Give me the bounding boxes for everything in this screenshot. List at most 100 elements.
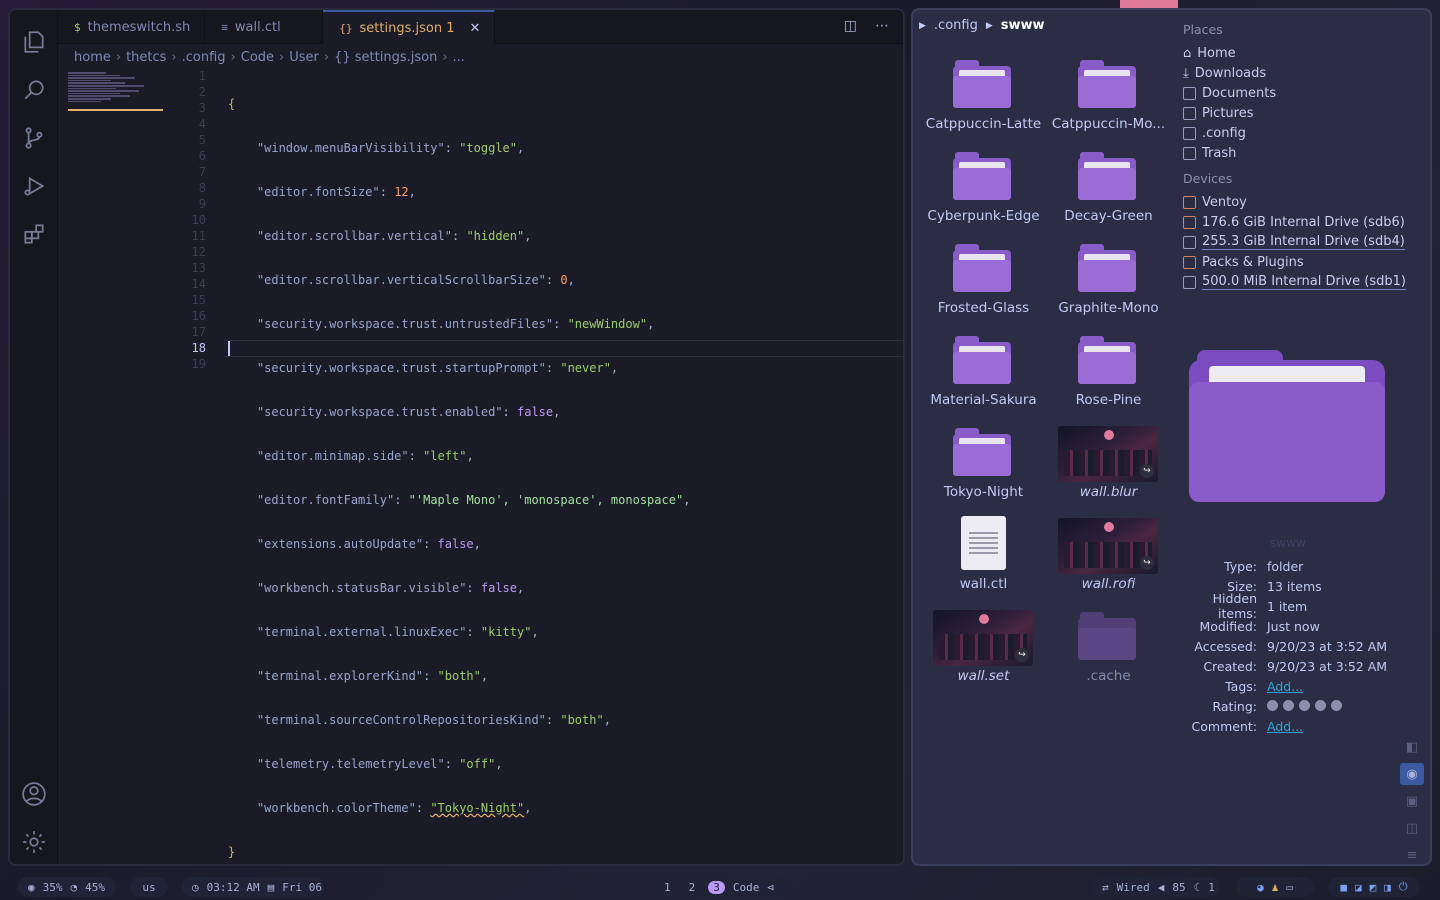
line-number-gutter: 1 2 3 4 5 6 7 8 9 10 11 12 13 14 15 16 1…	[160, 68, 206, 372]
info-label: Modified:	[1199, 618, 1257, 634]
lock-icon[interactable]: ■	[1340, 881, 1347, 894]
image-thumbnail: ↪	[1058, 518, 1158, 574]
place-label: Documents	[1202, 85, 1277, 101]
breadcrumb-item[interactable]: thetcs	[126, 50, 166, 65]
minimap[interactable]	[68, 72, 163, 104]
device-item[interactable]: 255.3 GiB Internal Drive (sdb4)	[1183, 232, 1423, 252]
json-key: "terminal.external.linuxExec"	[256, 625, 467, 639]
place-documents[interactable]: Documents	[1183, 83, 1423, 103]
file-item[interactable]: Graphite-Mono	[1046, 234, 1171, 324]
file-item[interactable]: ↪ wall.blur	[1046, 418, 1171, 508]
device-item[interactable]: Ventoy	[1183, 192, 1423, 212]
settings-gear-icon[interactable]	[10, 818, 58, 864]
json-value: "both"	[437, 669, 481, 683]
split-view-icon[interactable]: ◫	[1400, 817, 1424, 839]
sidebar-toggle-icon[interactable]: ◧	[1400, 736, 1424, 758]
place-pictures[interactable]: Pictures	[1183, 103, 1423, 123]
tab-wall-ctl[interactable]: ≡ wall.ctl	[205, 10, 324, 44]
file-item[interactable]: Cyberpunk-Edge	[921, 142, 1046, 232]
file-item[interactable]: Rose-Pine	[1046, 326, 1171, 416]
tab-themeswitch[interactable]: $ themeswitch.sh	[58, 10, 206, 44]
suspend-icon[interactable]: ◩	[1370, 881, 1377, 894]
json-value: "'Maple Mono', 'monospace', monospace"	[408, 493, 684, 507]
breadcrumb-item[interactable]: .config	[934, 18, 978, 33]
place-trash[interactable]: Trash	[1183, 143, 1423, 163]
file-item[interactable]: .cache	[1046, 602, 1171, 692]
clock-widget[interactable]: ◷ 03:12 AM ▤ Fri 06	[182, 877, 324, 897]
text-file-icon	[961, 516, 1006, 570]
file-item[interactable]: Tokyo-Night	[921, 418, 1046, 508]
line-number: 2	[198, 85, 206, 99]
breadcrumb-item[interactable]: home	[74, 50, 111, 65]
device-item[interactable]: 500.0 MiB Internal Drive (sdb1)	[1183, 272, 1423, 292]
breadcrumb-item[interactable]: Code	[241, 50, 274, 65]
add-comment-link[interactable]: Add...	[1267, 719, 1303, 734]
file-item[interactable]: Material-Sakura	[921, 326, 1046, 416]
eye-icon[interactable]: ◉	[1400, 763, 1424, 785]
json-value: false	[517, 405, 554, 419]
cpu-memory-widget[interactable]: ◉ 35% ◔ 45%	[18, 877, 116, 897]
browser-tray-icon[interactable]: ◕	[1257, 881, 1264, 894]
breadcrumb-item[interactable]: .config	[182, 50, 226, 65]
reboot-icon[interactable]: ◨	[1384, 881, 1391, 894]
json-value: 12	[394, 185, 409, 199]
file-item[interactable]: wall.ctl	[921, 510, 1046, 600]
device-item[interactable]: 176.6 GiB Internal Drive (sdb6)	[1183, 212, 1423, 232]
power-icon[interactable]: ⏻	[1399, 880, 1408, 894]
line-number: 7	[198, 165, 206, 179]
new-folder-icon[interactable]: ▣	[1400, 790, 1424, 812]
system-widget[interactable]: ⇄ Wired ◀ 85 ☾ 1	[1092, 877, 1220, 897]
file-item[interactable]: Catppuccin-Latte	[921, 50, 1046, 140]
file-item[interactable]: Catppuccin-Mo...	[1046, 50, 1171, 140]
activity-bar	[10, 10, 58, 864]
penguin-tray-icon[interactable]: ♟	[1272, 881, 1279, 894]
accounts-icon[interactable]	[10, 770, 58, 818]
volume-level: 85	[1172, 880, 1186, 894]
breadcrumb-item[interactable]: User	[289, 50, 319, 65]
run-debug-icon[interactable]	[10, 162, 58, 210]
code-editor[interactable]: { "window.menuBarVisibility": "toggle", …	[228, 68, 690, 864]
json-key: "security.workspace.trust.untrustedFiles…	[256, 317, 554, 331]
add-tags-link[interactable]: Add...	[1267, 679, 1303, 694]
workspace-button[interactable]: 1	[659, 881, 676, 894]
monitor-tray-icon[interactable]: ▭	[1286, 881, 1293, 894]
json-key: "editor.scrollbar.vertical"	[256, 229, 452, 243]
close-icon[interactable]: ✕	[470, 21, 481, 36]
search-icon[interactable]	[10, 66, 58, 114]
file-item[interactable]: ↪ wall.set	[921, 602, 1046, 692]
file-label: Frosted-Glass	[937, 300, 1030, 316]
place-downloads[interactable]: ⤓ Downloads	[1183, 63, 1423, 83]
json-key: "editor.minimap.side"	[256, 449, 409, 463]
workspace-button-active[interactable]: 3	[708, 880, 725, 894]
breadcrumb-current[interactable]: swww	[1001, 18, 1045, 33]
place-home[interactable]: ⌂ Home	[1183, 43, 1423, 63]
workspace-button[interactable]: 2	[684, 881, 701, 894]
device-item[interactable]: Packs & Plugins	[1183, 252, 1423, 272]
more-actions-icon[interactable]: ⋯	[875, 18, 889, 34]
chevron-right-icon: ▶	[919, 20, 926, 31]
breadcrumb-item[interactable]: {} settings.json	[334, 50, 437, 65]
chevron-right-icon: ▶	[985, 20, 993, 31]
source-control-icon[interactable]	[10, 114, 58, 162]
json-key: "workbench.colorTheme"	[256, 801, 416, 815]
star-icon	[1331, 699, 1342, 711]
file-item[interactable]: Decay-Green	[1046, 142, 1171, 232]
symlink-icon: ↪	[1015, 648, 1029, 662]
place-config[interactable]: .config	[1183, 123, 1423, 143]
line-number: 8	[198, 181, 206, 195]
json-value: "kitty"	[480, 625, 532, 639]
place-label: Trash	[1202, 145, 1237, 161]
rating-stars[interactable]	[1267, 699, 1347, 714]
file-item[interactable]: ↪ wall.rofi	[1046, 510, 1171, 600]
keyboard-layout-widget[interactable]: us	[130, 877, 168, 897]
file-label: Catppuccin-Latte	[925, 116, 1042, 132]
file-item[interactable]: Frosted-Glass	[921, 234, 1046, 324]
extensions-icon[interactable]	[10, 210, 58, 258]
explorer-icon[interactable]	[10, 18, 58, 66]
breadcrumb-item[interactable]: ...	[453, 50, 465, 65]
split-editor-icon[interactable]: ◫	[844, 18, 857, 34]
breadcrumb: home › thetcs › .config › Code › User › {} se…	[74, 50, 465, 65]
tab-settings-json[interactable]: {} settings.json 1 ✕	[323, 10, 496, 44]
logout-icon[interactable]: ◪	[1355, 881, 1362, 894]
menu-icon[interactable]: ≡	[1400, 844, 1424, 864]
